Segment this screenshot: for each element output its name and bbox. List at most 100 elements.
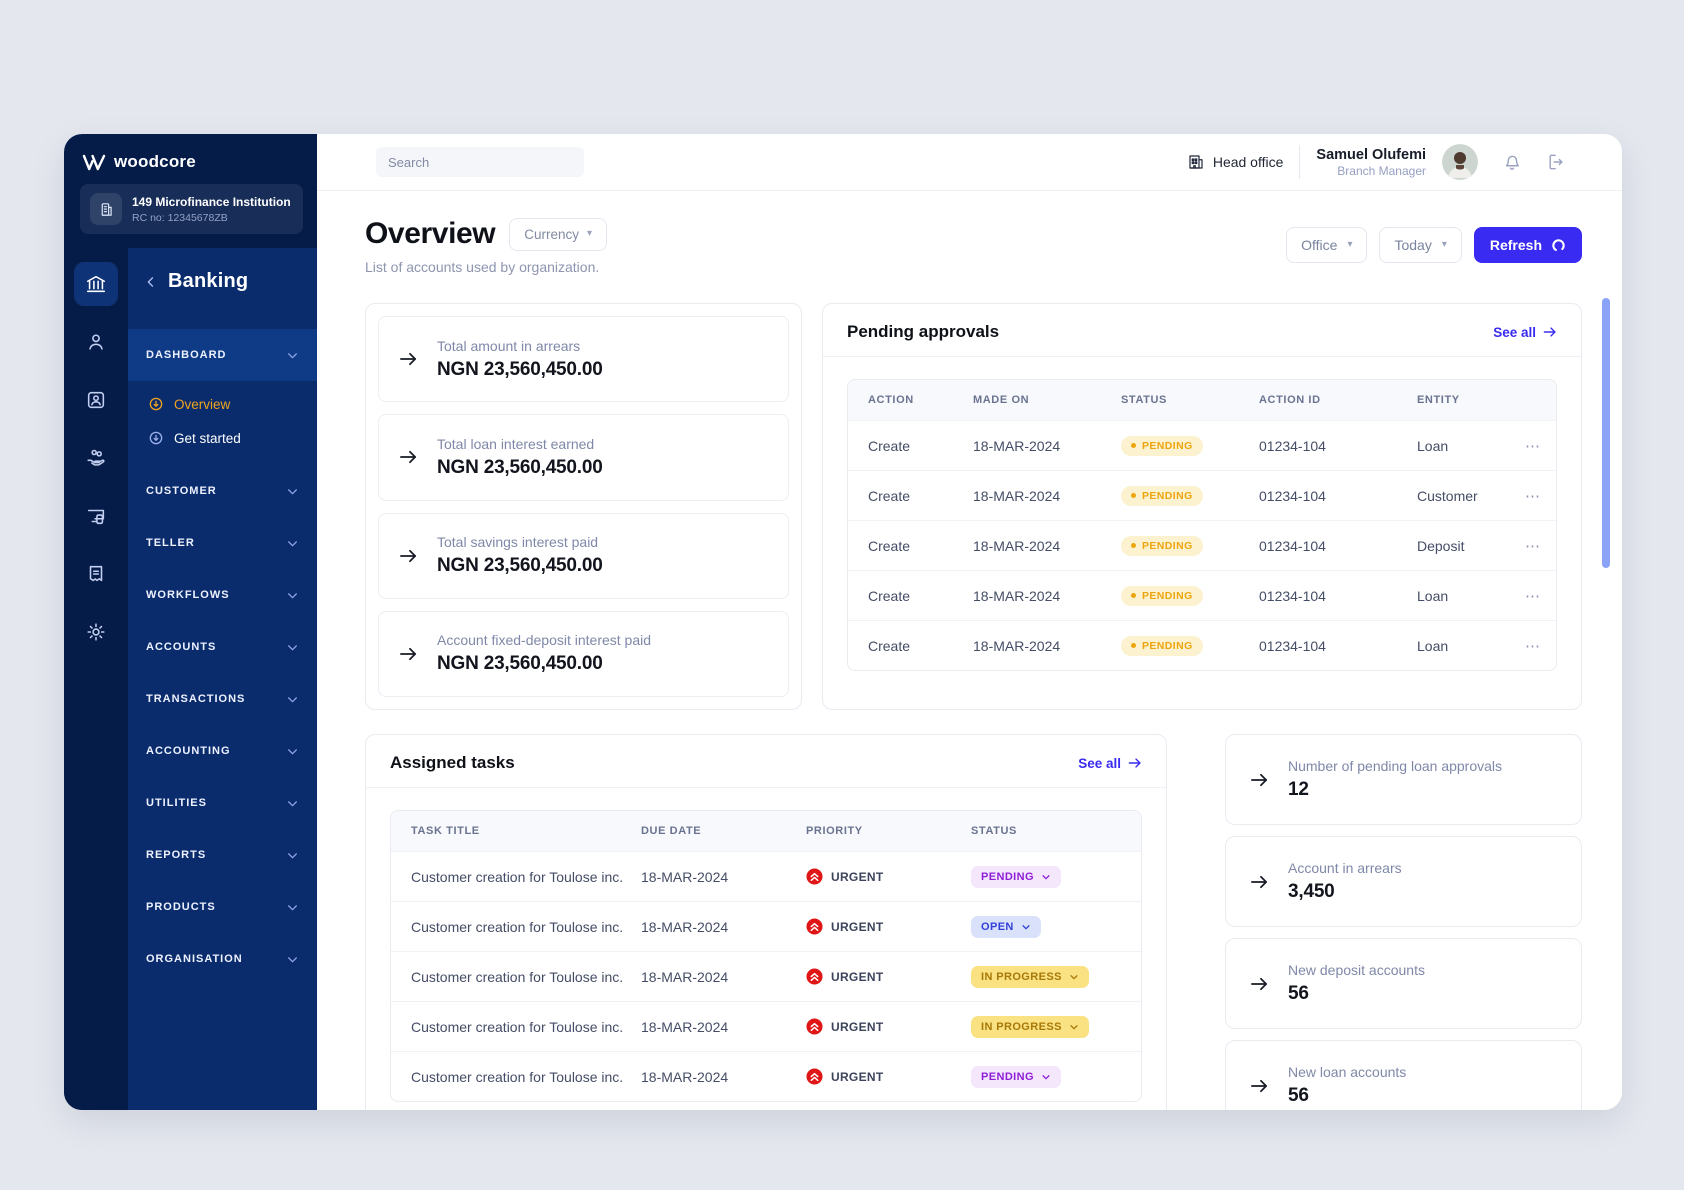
customers-icon[interactable] — [74, 320, 118, 364]
cell-entity: Customer — [1417, 487, 1478, 504]
row-menu-button[interactable]: ⋯ — [1510, 437, 1556, 455]
main-area: Head office Samuel Olufemi Branch Manage… — [317, 134, 1622, 1110]
column-header: TASK TITLE — [411, 825, 480, 837]
urgent-icon — [806, 968, 823, 985]
status-dropdown[interactable]: PENDING — [971, 865, 1061, 888]
cell-task-title: Customer creation for Toulose inc. — [411, 968, 624, 985]
table-row: Create 18-MAR-2024 PENDING 01234-104 Cus… — [848, 470, 1556, 520]
brand: woodcore — [80, 150, 303, 184]
refresh-button[interactable]: Refresh — [1473, 227, 1582, 263]
cell-action: Create — [868, 637, 911, 654]
hand-coins-icon[interactable] — [74, 436, 118, 480]
summary-card-pending-loan-approvals[interactable]: Number of pending loan approvals 12 — [1225, 734, 1582, 825]
sidebar-group-utilities[interactable]: UTILITIES — [128, 777, 317, 829]
stat-card-fixed-deposit-interest[interactable]: Account fixed-deposit interest paid NGN … — [378, 610, 789, 697]
nav-group-label: ACCOUNTING — [146, 745, 231, 757]
pending-approvals-panel: Pending approvals See all ACTION MADE ON… — [822, 303, 1582, 710]
sidebar-group-teller[interactable]: TELLER — [128, 517, 317, 569]
receipt-icon[interactable] — [74, 552, 118, 596]
module-header[interactable]: Banking — [128, 248, 317, 303]
devices-icon[interactable] — [74, 494, 118, 538]
refresh-label: Refresh — [1489, 237, 1542, 253]
sidebar-group-transactions[interactable]: TRANSACTIONS — [128, 673, 317, 725]
stat-card-savings-interest[interactable]: Total savings interest paid NGN 23,560,4… — [378, 512, 789, 599]
logout-icon[interactable] — [1546, 152, 1566, 172]
divider — [366, 787, 1166, 788]
avatar[interactable] — [1442, 144, 1478, 180]
cell-made-on: 18-MAR-2024 — [973, 487, 1061, 504]
table-row: Create 18-MAR-2024 PENDING 01234-104 Loa… — [848, 420, 1556, 470]
chevron-down-icon — [1070, 974, 1078, 979]
sidebar-group-customer[interactable]: CUSTOMER — [128, 465, 317, 517]
summary-card-account-in-arrears[interactable]: Account in arrears 3,450 — [1225, 836, 1582, 927]
sidebar-group-products[interactable]: PRODUCTS — [128, 881, 317, 933]
sidebar-item-overview[interactable]: Overview — [128, 387, 317, 421]
arrow-right-icon — [399, 351, 419, 367]
stat-label: Total loan interest earned — [437, 435, 595, 452]
nav-group-label: TRANSACTIONS — [146, 693, 246, 705]
bank-icon[interactable] — [74, 262, 118, 306]
stat-value: NGN 23,560,450.00 — [437, 358, 603, 380]
chevron-down-icon — [286, 797, 299, 810]
status-dropdown[interactable]: OPEN — [971, 915, 1041, 938]
status-dropdown[interactable]: PENDING — [971, 1065, 1061, 1088]
stat-value: NGN 23,560,450.00 — [437, 456, 603, 478]
tasks-see-all-link[interactable]: See all — [1078, 756, 1142, 771]
page-title: Overview — [365, 217, 496, 250]
search-input[interactable] — [376, 147, 584, 177]
dashboard-subitems: Overview Get started — [128, 381, 317, 465]
summary-card-new-loan-accounts[interactable]: New loan accounts 56 — [1225, 1040, 1582, 1110]
summary-label: Number of pending loan approvals — [1288, 758, 1503, 774]
cell-action-id: 01234-104 — [1259, 587, 1326, 604]
pending-see-all-link[interactable]: See all — [1493, 325, 1557, 340]
chevron-left-icon[interactable] — [144, 275, 158, 289]
stat-card-loan-interest[interactable]: Total loan interest earned NGN 23,560,45… — [378, 414, 789, 501]
cell-task-title: Customer creation for Toulose inc. — [411, 1068, 624, 1085]
row-menu-button[interactable]: ⋯ — [1510, 487, 1556, 505]
table-row: Create 18-MAR-2024 PENDING 01234-104 Dep… — [848, 520, 1556, 570]
institution-icon — [90, 193, 122, 225]
sidebar-item-label: Overview — [174, 396, 231, 412]
office-filter-label: Office — [1301, 237, 1338, 253]
institution-card[interactable]: 149 Microfinance Institution RC no: 1234… — [80, 184, 303, 234]
table-row: Create 18-MAR-2024 PENDING 01234-104 Loa… — [848, 570, 1556, 620]
status-dropdown[interactable]: IN PROGRESS — [971, 965, 1089, 988]
column-header: STATUS — [1121, 394, 1167, 406]
status-dropdown[interactable]: IN PROGRESS — [971, 1015, 1089, 1038]
row-menu-button[interactable]: ⋯ — [1510, 537, 1556, 555]
status-badge: PENDING — [1121, 585, 1203, 606]
cell-entity: Loan — [1417, 637, 1449, 654]
user-info[interactable]: Samuel Olufemi Branch Manager — [1316, 147, 1426, 178]
cell-due-date: 18-MAR-2024 — [641, 918, 729, 935]
dot-icon — [1131, 643, 1136, 649]
sidebar-group-workflows[interactable]: WORKFLOWS — [128, 569, 317, 621]
scrollbar-thumb[interactable] — [1602, 298, 1610, 568]
sidebar-header: woodcore 149 Microfinance Institution RC… — [64, 134, 317, 248]
sidebar-group-organisation[interactable]: ORGANISATION — [128, 933, 317, 985]
circle-arrow-icon — [148, 430, 164, 446]
office-filter-dropdown[interactable]: Office ▾ — [1286, 227, 1368, 263]
cell-due-date: 18-MAR-2024 — [641, 968, 729, 985]
user-role: Branch Manager — [1337, 163, 1426, 178]
id-card-icon[interactable] — [74, 378, 118, 422]
cell-action: Create — [868, 437, 911, 454]
stat-card-arrears[interactable]: Total amount in arrears NGN 23,560,450.0… — [378, 316, 789, 403]
caret-down-icon: ▾ — [586, 228, 593, 239]
sidebar-group-accounting[interactable]: ACCOUNTING — [128, 725, 317, 777]
bell-icon[interactable] — [1502, 152, 1522, 172]
arrow-right-icon — [1543, 327, 1556, 337]
row-menu-button[interactable]: ⋯ — [1510, 637, 1556, 655]
summary-card-new-deposit-accounts[interactable]: New deposit accounts 56 — [1225, 938, 1582, 1029]
row-menu-button[interactable]: ⋯ — [1510, 587, 1556, 605]
stat-label: Total amount in arrears — [437, 337, 581, 354]
currency-dropdown[interactable]: Currency ▾ — [509, 217, 608, 251]
sidebar-group-accounts[interactable]: ACCOUNTS — [128, 621, 317, 673]
sidebar-group-reports[interactable]: REPORTS — [128, 829, 317, 881]
arrow-right-icon — [1250, 874, 1270, 890]
date-filter-dropdown[interactable]: Today ▾ — [1379, 227, 1462, 263]
sidebar-group-dashboard[interactable]: DASHBOARD — [128, 329, 317, 381]
gear-icon[interactable] — [74, 610, 118, 654]
head-office-selector[interactable]: Head office — [1187, 153, 1283, 171]
sidebar-item-get-started[interactable]: Get started — [128, 421, 317, 455]
summary-value: 12 — [1288, 779, 1309, 800]
